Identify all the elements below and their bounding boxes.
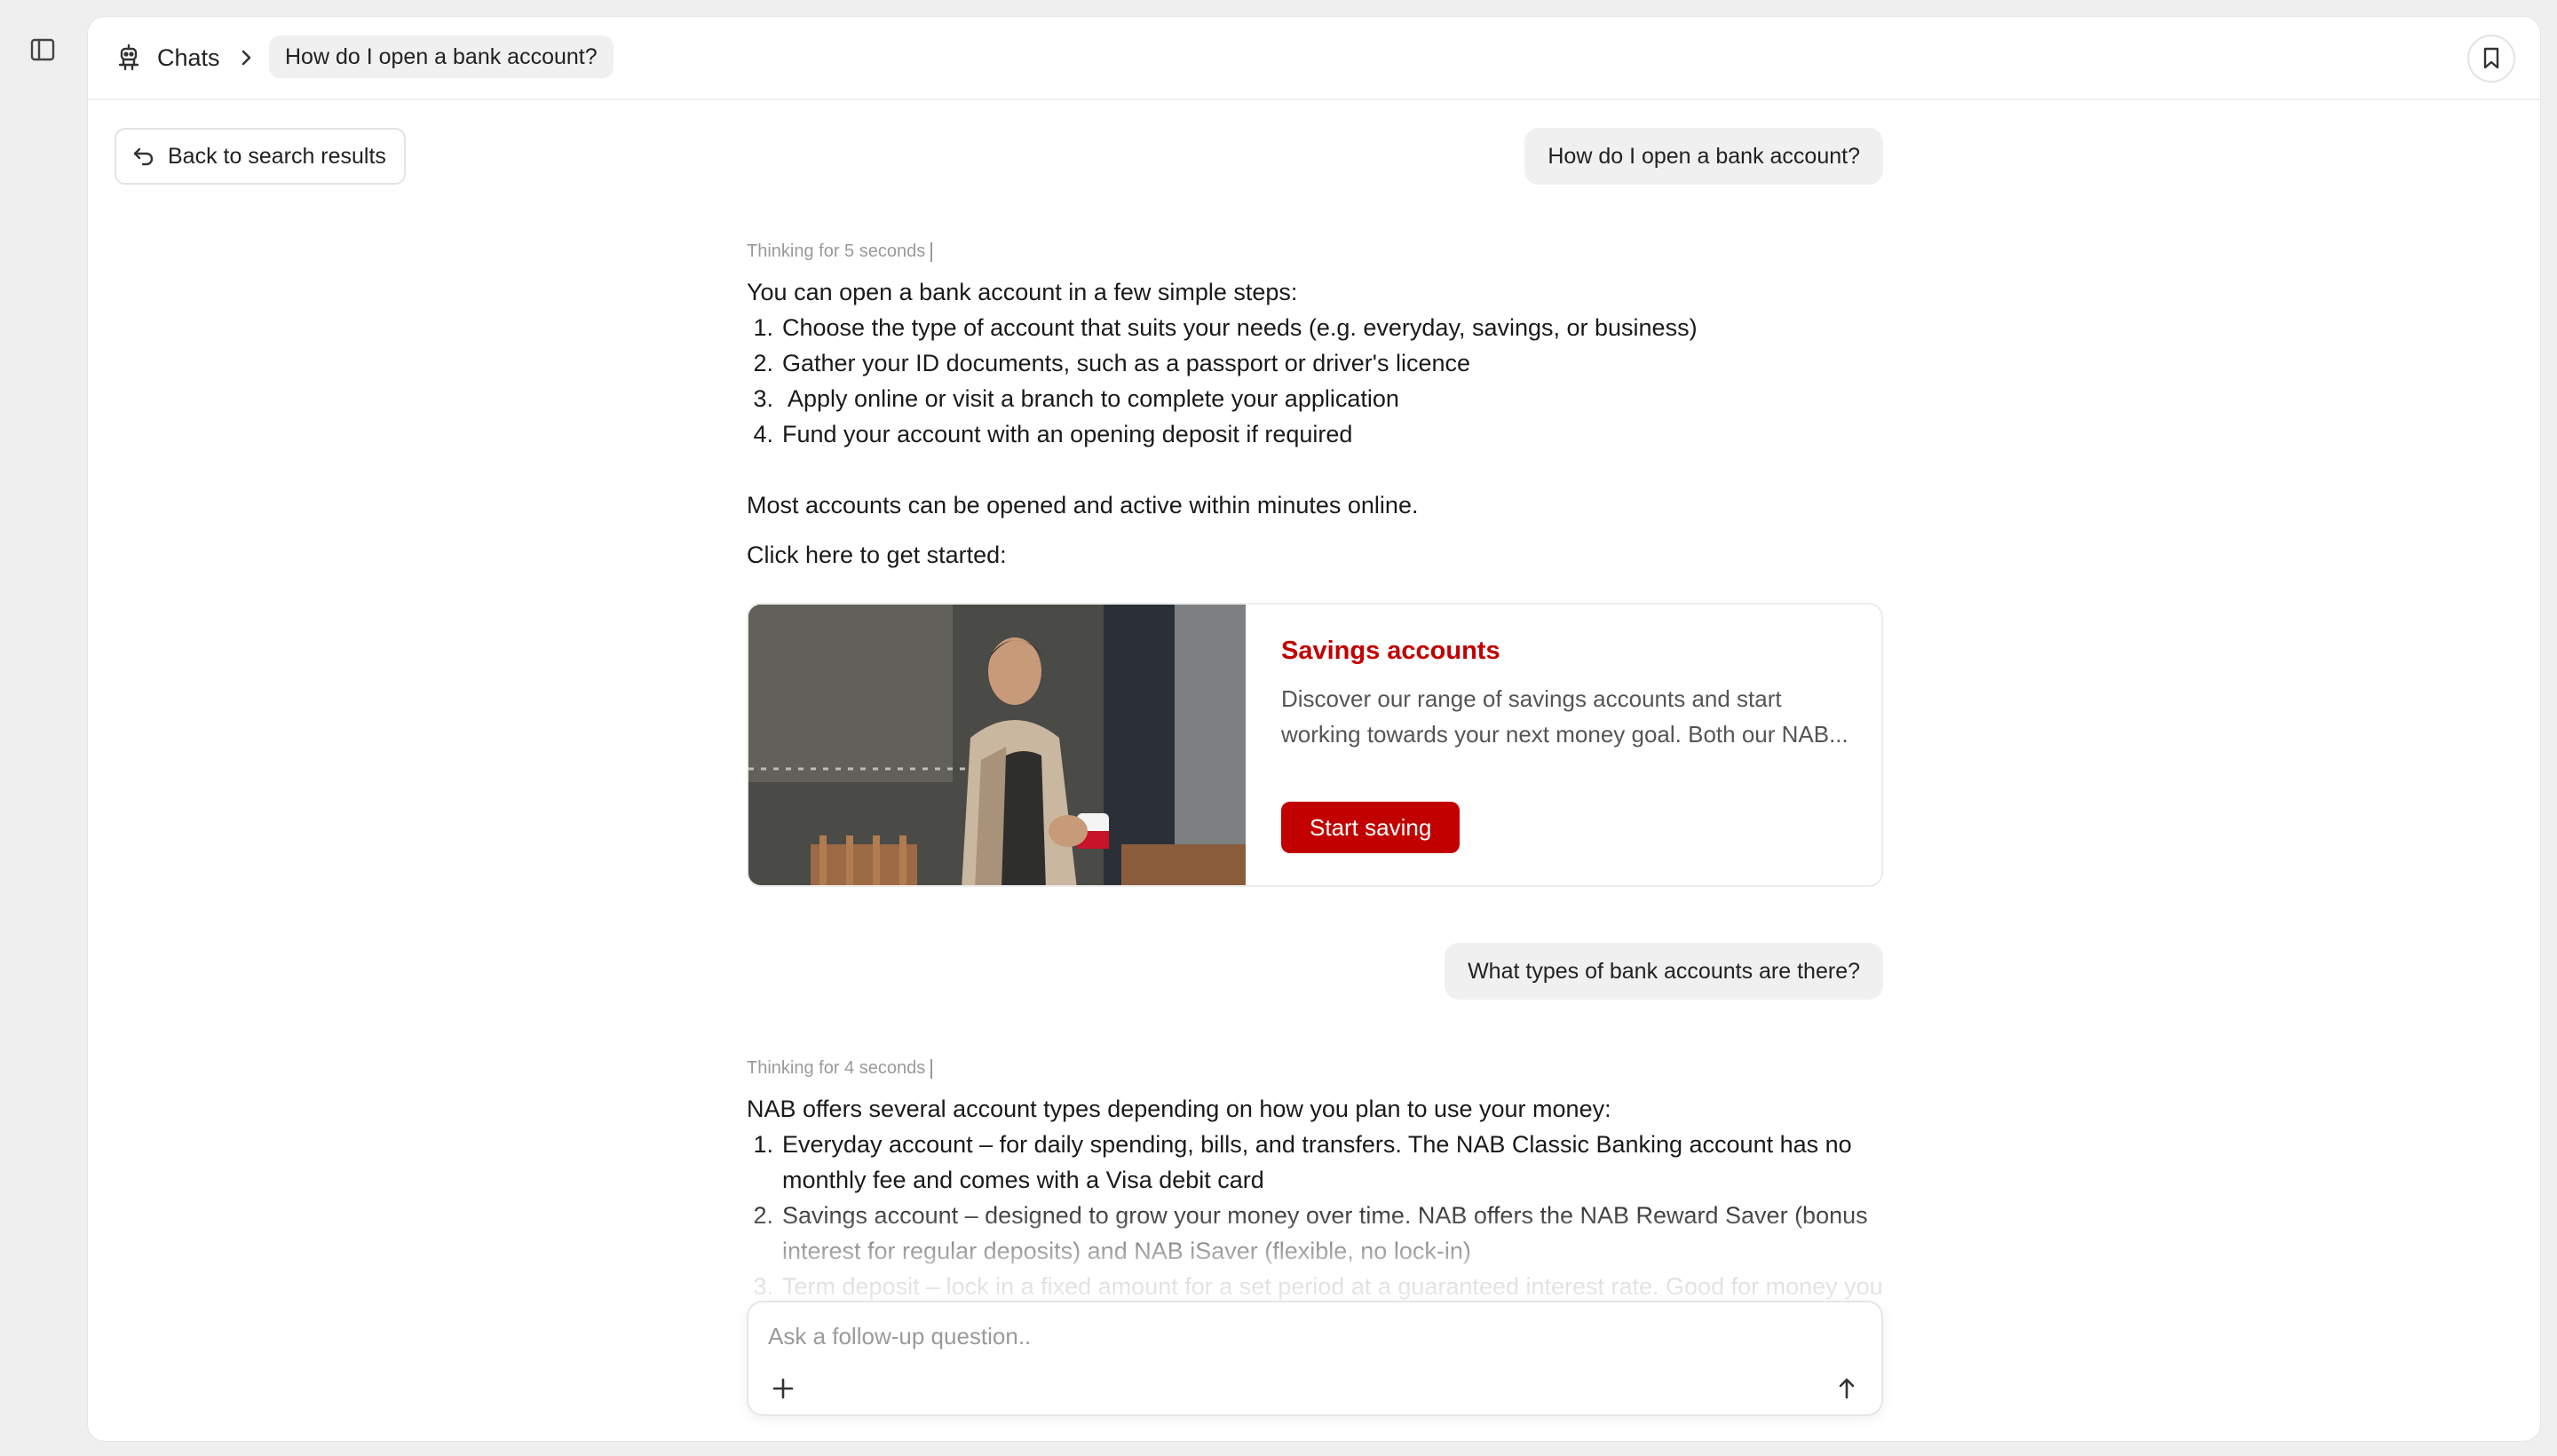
list-item: 2. Gather your ID documents, such as a pa…	[753, 350, 1470, 376]
return-arrow-icon	[133, 147, 154, 166]
composer	[747, 1301, 1883, 1416]
answer-intro: You can open a bank account in a few sim…	[747, 279, 1298, 305]
bookmark-button[interactable]	[2467, 35, 2515, 83]
breadcrumb-current-chat: How do I open a bank account?	[269, 36, 614, 78]
user-message-2: What types of bank accounts are there?	[1445, 943, 1883, 1000]
thinking-label-2: Thinking for 4 seconds	[747, 1058, 926, 1078]
list-item: 1. Choose the type of account that suits …	[753, 314, 1698, 341]
list-item: 1. Everyday account – for daily spending,…	[753, 1131, 1852, 1193]
answer-note: Most accounts can be opened and active w…	[747, 492, 1419, 518]
thinking-indicator-2[interactable]: Thinking for 4 seconds	[747, 1056, 933, 1080]
list-item: 3. Apply online or visit a branch to com…	[753, 385, 1399, 412]
back-button-label: Back to search results	[168, 143, 386, 169]
cta-intro: Click here to get started:	[747, 542, 1007, 568]
card-title[interactable]: Savings accounts	[1281, 637, 1500, 666]
bot-icon	[115, 44, 143, 72]
bookmark-icon	[2483, 47, 2499, 69]
user-message-1: How do I open a bank account?	[1524, 128, 1883, 185]
plus-icon[interactable]	[768, 1373, 798, 1404]
back-to-search-results-button[interactable]: Back to search results	[115, 128, 406, 185]
start-saving-button[interactable]: Start saving	[1281, 802, 1461, 853]
answer-intro: NAB offers several account types dependi…	[747, 1096, 1611, 1122]
list-item: 4. Fund your account with an opening depo…	[753, 421, 1353, 447]
thinking-label-1: Thinking for 5 seconds	[747, 241, 926, 261]
savings-accounts-card[interactable]: Savings accounts Discover our range of s…	[747, 603, 1883, 887]
follow-up-input[interactable]	[768, 1318, 1833, 1354]
steps-list: 1. Choose the type of account that suits …	[747, 310, 1883, 452]
arrow-up-icon[interactable]	[1832, 1373, 1862, 1404]
list-item: 2. Savings account – designed to grow you…	[753, 1202, 1868, 1264]
card-description: Discover our range of savings accounts a…	[1281, 685, 1848, 748]
top-bar: Chats How do I open a bank account?	[88, 17, 2540, 100]
assistant-answer-1: You can open a bank account in a few sim…	[747, 274, 1883, 573]
breadcrumb-chats[interactable]: Chats	[157, 42, 220, 74]
sidebar-toggle-icon[interactable]	[27, 34, 59, 66]
thinking-indicator-1[interactable]: Thinking for 5 seconds	[747, 239, 933, 264]
card-image	[748, 605, 1246, 885]
chevron-right-icon	[235, 47, 257, 68]
main-panel: Chats How do I open a bank account? Back…	[87, 16, 2541, 1442]
